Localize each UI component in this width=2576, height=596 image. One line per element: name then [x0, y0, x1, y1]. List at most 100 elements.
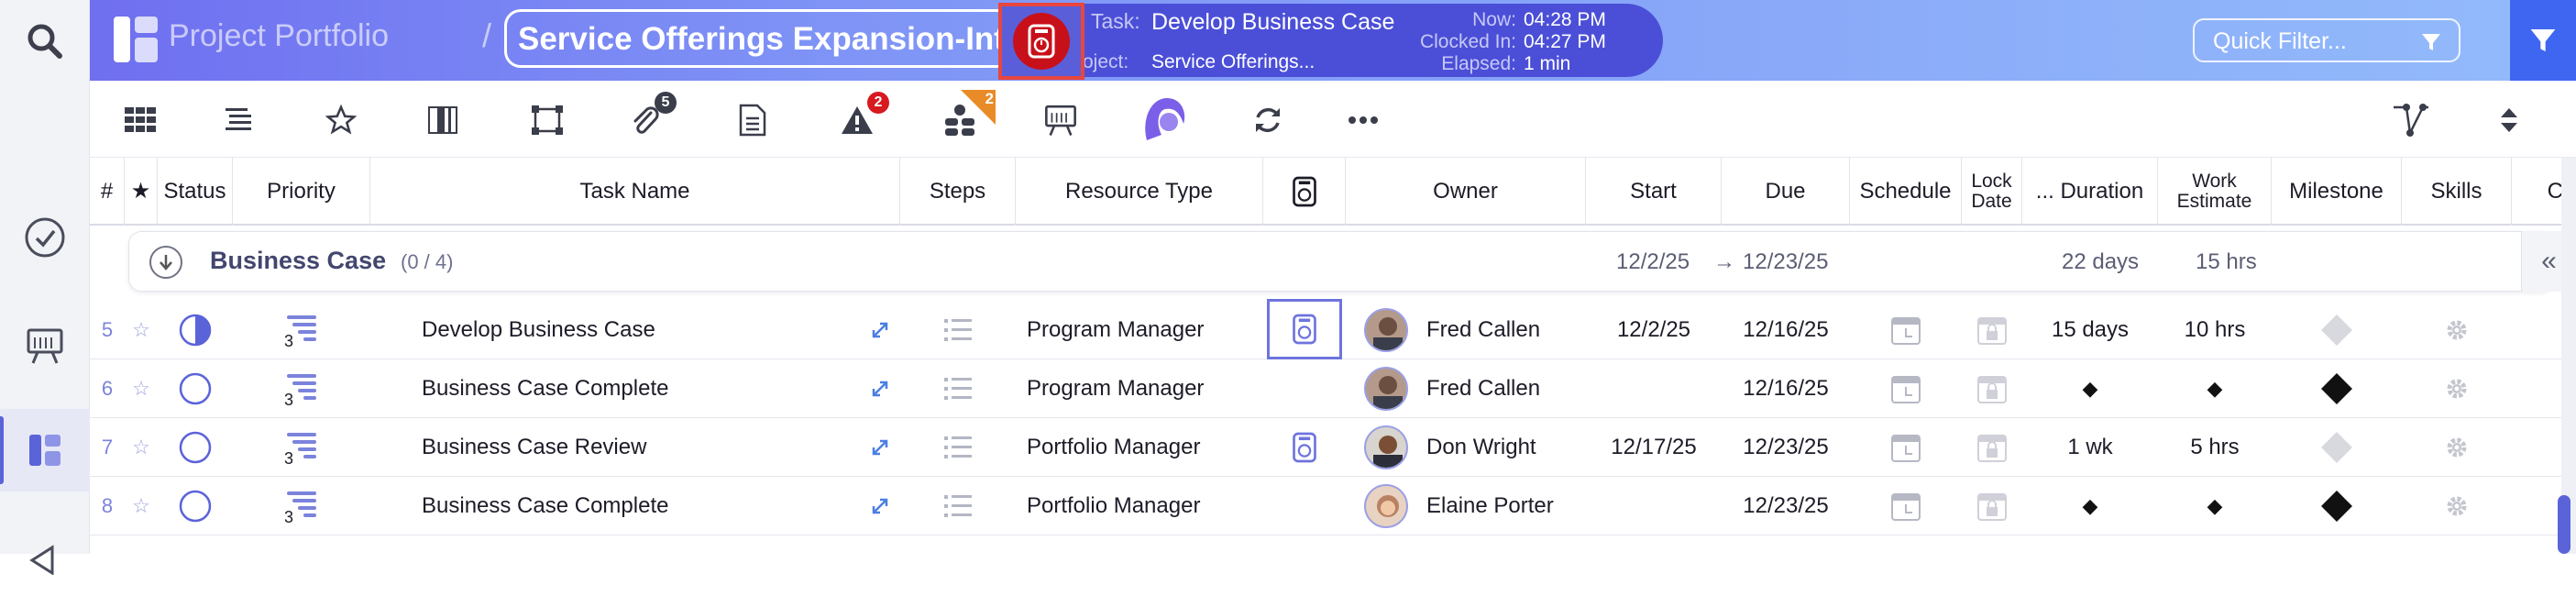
row-status[interactable]	[158, 477, 233, 535]
row-duration[interactable]: ◆	[2022, 477, 2158, 535]
row-favorite-star-icon[interactable]: ☆	[125, 418, 158, 477]
row-due[interactable]: 12/16/25	[1722, 301, 1850, 359]
row-expand-button[interactable]	[860, 418, 900, 477]
col-owner[interactable]: Owner	[1346, 158, 1586, 226]
col-timer[interactable]	[1263, 158, 1346, 226]
table-row[interactable]: 7 ☆ 3 Business Case Review Portfolio Manager…	[90, 418, 2565, 477]
col-resource-type[interactable]: Resource Type	[1016, 158, 1263, 226]
scrollbar-thumb[interactable]	[2558, 495, 2570, 554]
col-duration[interactable]: ... Duration	[2022, 158, 2158, 226]
row-resource-type[interactable]: Program Manager	[1027, 359, 1261, 418]
rail-portfolio[interactable]	[0, 409, 90, 491]
sort-button[interactable]	[2488, 99, 2530, 141]
row-start[interactable]	[1586, 477, 1722, 535]
col-work-estimate[interactable]: Work Estimate	[2158, 158, 2272, 226]
documents-button[interactable]	[732, 99, 774, 141]
quick-filter-button[interactable]: Quick Filter...	[2193, 18, 2460, 62]
col-cut-off[interactable]: C	[2512, 158, 2563, 226]
row-lock-date-button[interactable]	[1962, 359, 2022, 418]
row-owner-name[interactable]: Don Wright	[1426, 418, 1588, 477]
col-star[interactable]: ★	[125, 158, 158, 226]
row-resource-type[interactable]: Program Manager	[1027, 301, 1261, 359]
row-expand-button[interactable]	[860, 477, 900, 535]
rail-presentations[interactable]	[0, 304, 90, 387]
row-task-name[interactable]: Business Case Complete	[422, 359, 862, 418]
search-button[interactable]	[0, 0, 90, 83]
row-skills-button[interactable]	[2402, 477, 2512, 535]
col-status[interactable]: Status	[158, 158, 233, 226]
col-schedule[interactable]: Schedule	[1850, 158, 1962, 226]
filter-panel-button[interactable]	[2510, 0, 2576, 81]
group-collapse-toggle[interactable]	[149, 246, 182, 279]
row-owner-name[interactable]: Fred Callen	[1426, 301, 1588, 359]
row-schedule-button[interactable]	[1850, 418, 1962, 477]
row-lock-date-button[interactable]	[1962, 418, 2022, 477]
columns-button[interactable]	[422, 99, 464, 141]
row-duration[interactable]: ◆	[2022, 359, 2158, 418]
refresh-button[interactable]	[1247, 99, 1289, 141]
row-duration[interactable]: 1 wk	[2022, 418, 2158, 477]
attachments-button[interactable]: 5	[623, 92, 677, 141]
row-steps-button[interactable]	[900, 301, 1016, 359]
col-due[interactable]: Due	[1722, 158, 1850, 226]
row-work-estimate[interactable]: ◆	[2158, 359, 2272, 418]
row-expand-button[interactable]	[860, 301, 900, 359]
col-priority[interactable]: Priority	[233, 158, 370, 226]
row-start[interactable]	[1586, 359, 1722, 418]
row-start[interactable]: 12/17/25	[1586, 418, 1722, 477]
col-task-name[interactable]: Task Name	[370, 158, 900, 226]
table-row[interactable]: 6 ☆ 3 Business Case Complete Program Manager…	[90, 359, 2565, 418]
row-work-estimate[interactable]: ◆	[2158, 477, 2272, 535]
row-task-name[interactable]: Business Case Complete	[422, 477, 862, 535]
row-status[interactable]	[158, 418, 233, 477]
row-schedule-button[interactable]	[1850, 301, 1962, 359]
col-steps[interactable]: Steps	[900, 158, 1016, 226]
row-expand-button[interactable]	[860, 359, 900, 418]
row-due[interactable]: 12/23/25	[1722, 477, 1850, 535]
row-milestone[interactable]	[2272, 418, 2402, 477]
row-due[interactable]: 12/23/25	[1722, 418, 1850, 477]
row-lock-date-button[interactable]	[1962, 477, 2022, 535]
table-row[interactable]: 8 ☆ 3 Business Case Complete Portfolio Manag…	[90, 477, 2565, 535]
col-skills[interactable]: Skills	[2402, 158, 2512, 226]
app-title[interactable]: Project Portfolio	[169, 18, 389, 54]
row-work-estimate[interactable]: 10 hrs	[2158, 301, 2272, 359]
row-lock-date-button[interactable]	[1962, 301, 2022, 359]
group-row-business-case[interactable]: Business Case (0 / 4) 12/2/25 → 12/23/25…	[128, 231, 2554, 292]
table-row[interactable]: 5 ☆ 3 Develop Business Case Program Manager F…	[90, 299, 2565, 359]
more-button[interactable]	[1342, 99, 1384, 141]
row-due[interactable]: 12/16/25	[1722, 359, 1850, 418]
favorites-button[interactable]	[320, 99, 362, 141]
grid-view-button[interactable]	[119, 99, 161, 141]
rail-announcements[interactable]	[0, 513, 90, 596]
row-milestone[interactable]	[2272, 477, 2402, 535]
row-duration[interactable]: 15 days	[2022, 301, 2158, 359]
row-resource-type[interactable]: Portfolio Manager	[1027, 477, 1261, 535]
row-favorite-star-icon[interactable]: ☆	[125, 359, 158, 418]
row-timer-button[interactable]	[1267, 418, 1342, 477]
issues-button[interactable]: 2	[836, 92, 889, 141]
clock-out-button[interactable]	[998, 3, 1084, 80]
row-skills-button[interactable]	[2402, 359, 2512, 418]
row-steps-button[interactable]	[900, 477, 1016, 535]
col-start[interactable]: Start	[1586, 158, 1722, 226]
row-milestone[interactable]	[2272, 359, 2402, 418]
row-owner-name[interactable]: Fred Callen	[1426, 359, 1588, 418]
row-schedule-button[interactable]	[1850, 477, 1962, 535]
resources-button[interactable]: 2	[939, 90, 996, 141]
row-milestone[interactable]	[2272, 301, 2402, 359]
row-task-name[interactable]: Develop Business Case	[422, 301, 862, 359]
row-steps-button[interactable]	[900, 359, 1016, 418]
row-schedule-button[interactable]	[1850, 359, 1962, 418]
row-skills-button[interactable]	[2402, 418, 2512, 477]
row-priority[interactable]: 3	[233, 301, 370, 359]
outline-view-button[interactable]	[218, 99, 260, 141]
row-task-name[interactable]: Business Case Review	[422, 418, 862, 477]
rail-tasks[interactable]	[0, 196, 90, 279]
col-milestone[interactable]: Milestone	[2272, 158, 2402, 226]
row-skills-button[interactable]	[2402, 301, 2512, 359]
row-favorite-star-icon[interactable]: ☆	[125, 477, 158, 535]
col-number[interactable]: #	[90, 158, 125, 226]
row-priority[interactable]: 3	[233, 477, 370, 535]
board-button[interactable]	[1040, 99, 1082, 141]
